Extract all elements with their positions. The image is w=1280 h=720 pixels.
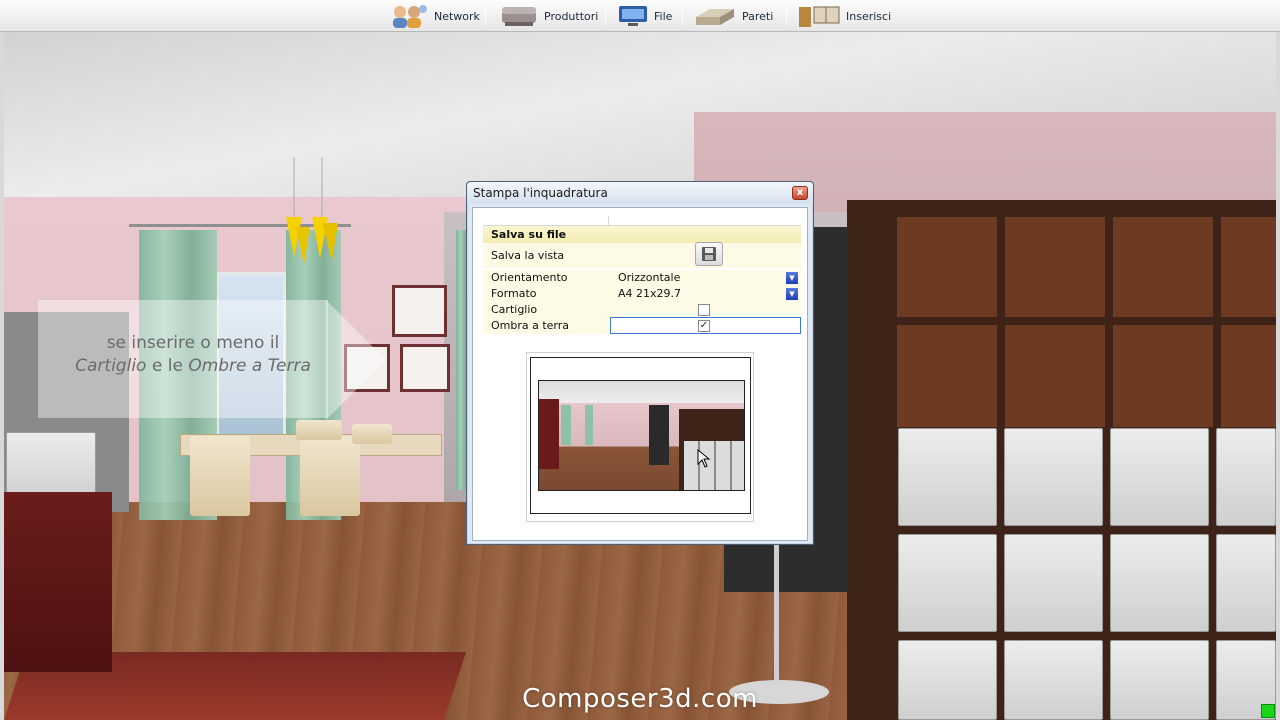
door-window-icon xyxy=(798,4,840,28)
floor-lamp xyxy=(774,532,779,692)
dining-chair xyxy=(300,436,360,516)
network-label: Network xyxy=(434,9,480,23)
floppy-disk-icon xyxy=(702,247,716,261)
cabinet-door xyxy=(1216,428,1276,526)
cartiglio-label: Cartiglio xyxy=(491,303,538,316)
status-indicator xyxy=(1261,704,1275,718)
chevron-down-icon: ▼ xyxy=(789,274,795,282)
orientamento-label: Orientamento xyxy=(491,271,568,284)
mouse-cursor-icon xyxy=(697,449,711,468)
chevron-down-icon: ▼ xyxy=(789,290,795,298)
toolbar-separator xyxy=(605,7,606,25)
cabinet-door xyxy=(1004,428,1103,526)
section-header-salva[interactable]: Salva su file xyxy=(483,226,801,243)
row-ombra: Ombra a terra ✓ xyxy=(483,317,801,334)
cabinet-door xyxy=(1110,534,1209,632)
cabinet-door xyxy=(1110,428,1209,526)
file-label: File xyxy=(654,9,673,23)
grid-line xyxy=(608,216,609,226)
print-preview xyxy=(526,352,754,522)
dialog-titlebar[interactable]: Stampa l'inquadratura x xyxy=(467,182,813,204)
toolbar-separator xyxy=(786,7,787,25)
row-cartiglio: Cartiglio xyxy=(483,302,801,318)
pareti-button[interactable]: Pareti xyxy=(694,0,773,32)
row-salva-vista: Salva la vista xyxy=(483,243,801,268)
left-cabinet-doors xyxy=(6,432,96,500)
salva-vista-label: Salva la vista xyxy=(491,249,565,262)
dining-chair xyxy=(190,436,250,516)
save-view-button[interactable] xyxy=(695,242,723,266)
pendant-lamp xyxy=(282,157,352,267)
cabinet-door xyxy=(898,534,997,632)
cabinet-door xyxy=(898,428,997,526)
formato-value[interactable]: A4 21x29.7 xyxy=(618,287,681,300)
produttori-label: Produttori xyxy=(544,9,599,23)
inserisci-label: Inserisci xyxy=(846,9,892,23)
hint-line-2: Cartiglio e le Ombre a Terra xyxy=(75,356,311,376)
toolbar-separator xyxy=(682,7,683,25)
row-orientamento: Orientamento Orizzontale ▼ xyxy=(483,270,801,286)
preview-page xyxy=(530,357,751,514)
sofa-icon xyxy=(500,5,538,27)
dialog-title: Stampa l'inquadratura xyxy=(473,186,608,200)
orientamento-dropdown-button[interactable]: ▼ xyxy=(786,272,798,284)
cabinet-door xyxy=(1216,534,1276,632)
network-button[interactable]: Network xyxy=(390,0,480,32)
close-button[interactable]: x xyxy=(792,186,808,200)
dining-chair xyxy=(296,420,342,440)
close-icon: x xyxy=(796,187,804,198)
formato-label: Formato xyxy=(491,287,537,300)
preview-image xyxy=(538,380,745,491)
watermark: Composer3d.com xyxy=(522,684,758,714)
hint-line-1: se inserire o meno il xyxy=(106,333,280,353)
pareti-label: Pareti xyxy=(742,9,774,23)
orientamento-value[interactable]: Orizzontale xyxy=(618,271,680,284)
ombra-label: Ombra a terra xyxy=(491,319,570,332)
file-button[interactable]: File xyxy=(618,0,672,32)
produttori-button[interactable]: Produttori xyxy=(500,0,598,32)
main-toolbar: Network Produttori File Pareti Inserisci xyxy=(0,0,1280,32)
print-dialog: Stampa l'inquadratura x Salva su file Sa… xyxy=(466,181,814,545)
toolbar-separator xyxy=(485,7,486,25)
wall-picture xyxy=(400,344,450,392)
inserisci-button[interactable]: Inserisci xyxy=(798,0,891,32)
cartiglio-checkbox[interactable] xyxy=(698,304,710,316)
red-sofa xyxy=(4,492,112,672)
formato-dropdown-button[interactable]: ▼ xyxy=(786,288,798,300)
dialog-body: Salva su file Salva la vista Orientament… xyxy=(472,207,808,541)
network-users-icon xyxy=(390,3,428,29)
cabinet-door xyxy=(1004,534,1103,632)
monitor-icon xyxy=(618,4,648,28)
dining-chair xyxy=(352,424,392,444)
wall-bricks-icon xyxy=(694,5,736,27)
wall-picture xyxy=(392,285,447,337)
tutorial-hint-text: se inserire o meno il Cartiglio e le Omb… xyxy=(48,332,338,378)
row-formato: Formato A4 21x29.7 ▼ xyxy=(483,286,801,302)
shelf-divider xyxy=(897,317,1276,325)
ombra-checkbox[interactable]: ✓ xyxy=(698,320,710,332)
